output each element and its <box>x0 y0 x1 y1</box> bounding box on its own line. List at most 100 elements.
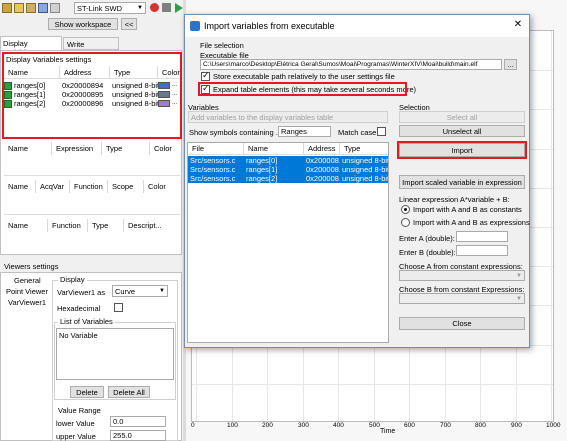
executable-path-input[interactable]: C:\Users\marco\Desktop\Elétrica Geral\Su… <box>200 59 502 70</box>
col-name: Name <box>4 180 36 193</box>
upper-value-input[interactable]: 255.0 <box>110 430 166 441</box>
left-tabs: Display Variables Write Variables <box>0 36 182 58</box>
store-relative-checkbox[interactable] <box>201 70 210 81</box>
symbol-address: 0x200008... <box>306 165 340 174</box>
col-acqvar: AcqVar <box>36 180 70 193</box>
select-all-button[interactable]: Select all <box>399 111 525 123</box>
x-tick-label: 600 <box>404 422 415 429</box>
symbol-name: ranges[0] <box>246 156 278 165</box>
symbols-table-header: File Name Address Type <box>188 143 388 155</box>
enter-a-input[interactable] <box>456 231 508 242</box>
col-name: Name <box>244 143 304 154</box>
varviewer1-item[interactable]: VarViewer1 <box>8 298 46 307</box>
x-axis-label: Time <box>380 428 396 435</box>
match-case-checkbox[interactable] <box>377 127 386 136</box>
tab-display-variables[interactable]: Display Variables <box>0 36 62 57</box>
toolbar-icon-1[interactable] <box>2 3 12 13</box>
store-relative-label: Store executable path relatively to the … <box>213 72 395 81</box>
close-button[interactable]: Close <box>399 317 525 330</box>
display-group-title: Display <box>58 275 87 284</box>
symbol-file: Src/sensors.c <box>190 156 236 165</box>
toolbar-icon-4[interactable] <box>38 3 48 13</box>
radio-constants[interactable] <box>401 205 410 214</box>
variables-listbox[interactable]: No Variable <box>56 328 174 380</box>
delete-all-button[interactable]: Delete All <box>108 386 150 398</box>
delete-button[interactable]: Delete <box>70 386 104 398</box>
col-address: Address <box>304 143 340 154</box>
toolbar-icon-3[interactable] <box>26 3 36 13</box>
display-settings-highlight <box>2 52 182 139</box>
grid-line-horizontal <box>192 384 553 385</box>
linear-expression-label: Linear expression A*variable + B: <box>399 195 510 204</box>
collapse-button[interactable]: << <box>121 18 137 30</box>
radio-constants-label: Import with A and B as constants <box>413 205 522 214</box>
list-item: No Variable <box>59 331 98 340</box>
enter-b-label: Enter B (double): <box>399 248 456 257</box>
symbol-address: 0x200008... <box>306 156 340 165</box>
x-tick-label: 900 <box>511 422 522 429</box>
connection-select[interactable]: ST-Link SWD ▼ <box>74 2 146 14</box>
col-scope: Scope <box>108 180 144 193</box>
toolbar-icon-2[interactable] <box>14 3 24 13</box>
x-tick-label: 300 <box>298 422 309 429</box>
grid-line-vertical <box>551 31 552 421</box>
symbol-name: ranges[1] <box>246 165 278 174</box>
file-selection-label: File selection <box>200 41 244 50</box>
symbol-row[interactable]: Src/sensors.c ranges[1] 0x200008...unsigne… <box>188 165 388 174</box>
radio-expressions-label: Import with A and B as expressions <box>413 218 530 227</box>
record-icon[interactable] <box>150 3 159 12</box>
choose-a-select[interactable]: ▼ <box>399 270 525 281</box>
add-variables-button[interactable]: Add variables to the display variables t… <box>188 111 388 123</box>
connection-value: ST-Link SWD <box>77 3 123 13</box>
play-icon[interactable] <box>175 3 183 13</box>
acq-table-header: Name AcqVar Function Scope Color <box>4 180 180 193</box>
show-symbols-label: Show symbols containing ... <box>189 128 282 137</box>
dialog-title: Import variables from executable <box>204 21 335 31</box>
viewer-type-value: Curve <box>115 286 136 296</box>
radio-expressions[interactable] <box>401 218 410 227</box>
col-expression: Expression <box>52 142 102 155</box>
unselect-all-button[interactable]: Unselect all <box>399 125 525 137</box>
hexadecimal-label: Hexadecimal <box>57 304 101 313</box>
symbol-name: ranges[2] <box>246 174 278 183</box>
show-workspace-button[interactable]: Show workspace <box>48 18 118 30</box>
stop-icon[interactable] <box>162 3 171 12</box>
tab-write-variables[interactable]: Write Variables <box>63 37 119 58</box>
col-function: Function <box>48 219 88 232</box>
chevron-down-icon: ▼ <box>159 288 165 294</box>
col-type: Type <box>102 142 150 155</box>
x-tick-label: 0 <box>191 422 195 429</box>
viewer-type-select[interactable]: Curve ▼ <box>112 285 168 297</box>
x-tick-label: 200 <box>262 422 273 429</box>
chevron-down-icon: ▼ <box>516 295 522 302</box>
col-color: Color <box>148 182 166 191</box>
x-tick-label: 700 <box>440 422 451 429</box>
enter-b-input[interactable] <box>456 245 508 256</box>
value-range-title: Value Range <box>58 406 101 415</box>
import-scaled-button[interactable]: Import scaled variable in expression <box>399 175 525 189</box>
lower-value-input[interactable]: 0.0 <box>110 416 166 427</box>
chevron-down-icon: ▼ <box>516 272 522 279</box>
app-icon <box>190 21 200 31</box>
col-function: Function <box>70 180 108 193</box>
divider <box>4 175 180 176</box>
chevron-down-icon: ▼ <box>137 5 143 11</box>
close-icon[interactable]: ✕ <box>511 18 525 32</box>
lower-value: 0.0 <box>113 417 124 426</box>
divider <box>4 214 180 215</box>
symbol-row[interactable]: Src/sensors.c ranges[0] 0x200008...unsigne… <box>188 156 388 165</box>
choose-b-select[interactable]: ▼ <box>399 293 525 304</box>
list-title: List of Variables <box>58 317 115 326</box>
point-viewer-item[interactable]: Point Viewer <box>6 287 48 296</box>
col-color: Color <box>154 144 172 153</box>
tab-general[interactable]: General <box>14 276 41 285</box>
symbol-row[interactable]: Src/sensors.c ranges[2] 0x200008...unsigne… <box>188 174 388 183</box>
symbols-search-input[interactable]: Ranges <box>278 126 331 137</box>
viewers-title: Viewers settings <box>4 262 59 271</box>
col-name: Name <box>4 219 48 232</box>
browse-button[interactable]: ... <box>504 59 517 70</box>
col-type: Type <box>344 144 361 153</box>
x-tick-label: 500 <box>369 422 380 429</box>
hexadecimal-checkbox[interactable] <box>114 303 123 312</box>
toolbar-icon-5[interactable] <box>50 3 60 13</box>
